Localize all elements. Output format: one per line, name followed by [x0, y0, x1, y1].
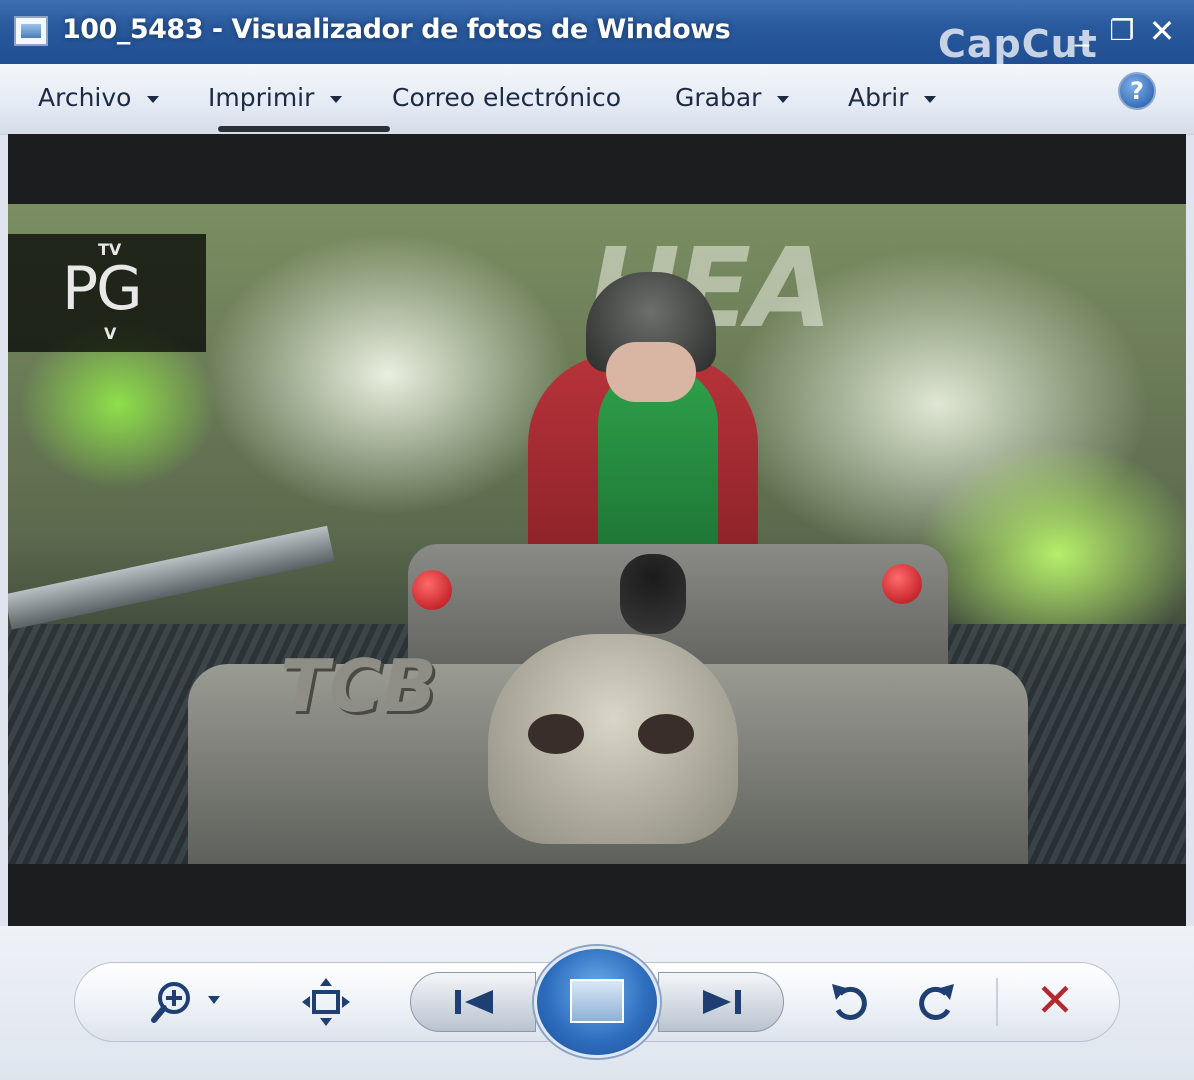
chevron-down-icon — [777, 95, 790, 103]
menu-active-indicator — [218, 126, 390, 132]
menu-correo[interactable]: Correo electrónico — [392, 78, 621, 118]
tank-light-right — [882, 564, 922, 604]
menu-bar: Archivo Imprimir Correo electrónico Grab… — [0, 64, 1194, 135]
menu-grabar[interactable]: Grabar — [675, 78, 790, 118]
next-icon — [703, 990, 741, 1014]
maximize-button[interactable]: ❐ — [1102, 12, 1142, 50]
previous-icon — [455, 990, 493, 1014]
menu-abrir[interactable]: Abrir — [848, 78, 937, 118]
menu-imprimir[interactable]: Imprimir — [208, 78, 343, 118]
tv-rating-badge: TV PG V — [8, 234, 206, 352]
photo-pipe — [8, 525, 335, 630]
minimize-button[interactable]: _ — [1062, 12, 1102, 50]
slideshow-button[interactable] — [534, 946, 660, 1058]
zoom-button[interactable] — [148, 974, 228, 1030]
actual-size-icon — [302, 978, 350, 1026]
previous-button[interactable] — [410, 972, 536, 1032]
menu-grabar-label: Grabar — [675, 83, 762, 112]
rotate-clockwise-icon — [919, 984, 954, 1020]
bottom-toolbar: ✕ — [0, 926, 1194, 1080]
menu-abrir-label: Abrir — [848, 83, 909, 112]
skull-eye-right — [638, 714, 694, 754]
zoom-icon — [151, 982, 220, 1023]
next-button[interactable] — [658, 972, 784, 1032]
rotate-counterclockwise-icon — [832, 984, 867, 1020]
photo-face — [606, 342, 696, 402]
delete-button[interactable]: ✕ — [1028, 972, 1082, 1028]
rotate-right-button[interactable] — [908, 974, 964, 1030]
menu-correo-label: Correo electrónico — [392, 83, 622, 112]
displayed-photo[interactable]: HEA TCB TV PG V — [8, 204, 1186, 864]
toolbar-separator — [996, 978, 998, 1026]
rating-bottom-text: V — [104, 324, 117, 343]
tank-text: TCB — [280, 644, 437, 728]
chevron-down-icon — [924, 95, 937, 103]
actual-size-button[interactable] — [298, 974, 354, 1030]
photo-skull — [488, 634, 738, 844]
close-button[interactable]: ✕ — [1142, 12, 1182, 50]
menu-archivo[interactable]: Archivo — [38, 78, 160, 118]
window-title: 100_5483 - Visualizador de fotos de Wind… — [62, 14, 731, 45]
title-bar[interactable]: 100_5483 - Visualizador de fotos de Wind… — [0, 0, 1194, 66]
tank-barrel — [620, 554, 686, 634]
photo-viewport[interactable]: HEA TCB TV PG V — [8, 134, 1186, 926]
rotate-left-button[interactable] — [822, 974, 878, 1030]
rating-main-text: PG — [62, 254, 143, 324]
slideshow-icon — [570, 979, 624, 1023]
skull-eye-left — [528, 714, 584, 754]
photo-viewer-window: 100_5483 - Visualizador de fotos de Wind… — [0, 0, 1194, 1080]
menu-archivo-label: Archivo — [38, 83, 132, 112]
menu-imprimir-label: Imprimir — [208, 83, 315, 112]
chevron-down-icon — [330, 95, 343, 103]
tank-light-left — [412, 570, 452, 610]
help-icon[interactable]: ? — [1118, 72, 1156, 110]
app-icon — [14, 16, 48, 46]
chevron-down-icon — [147, 95, 160, 103]
